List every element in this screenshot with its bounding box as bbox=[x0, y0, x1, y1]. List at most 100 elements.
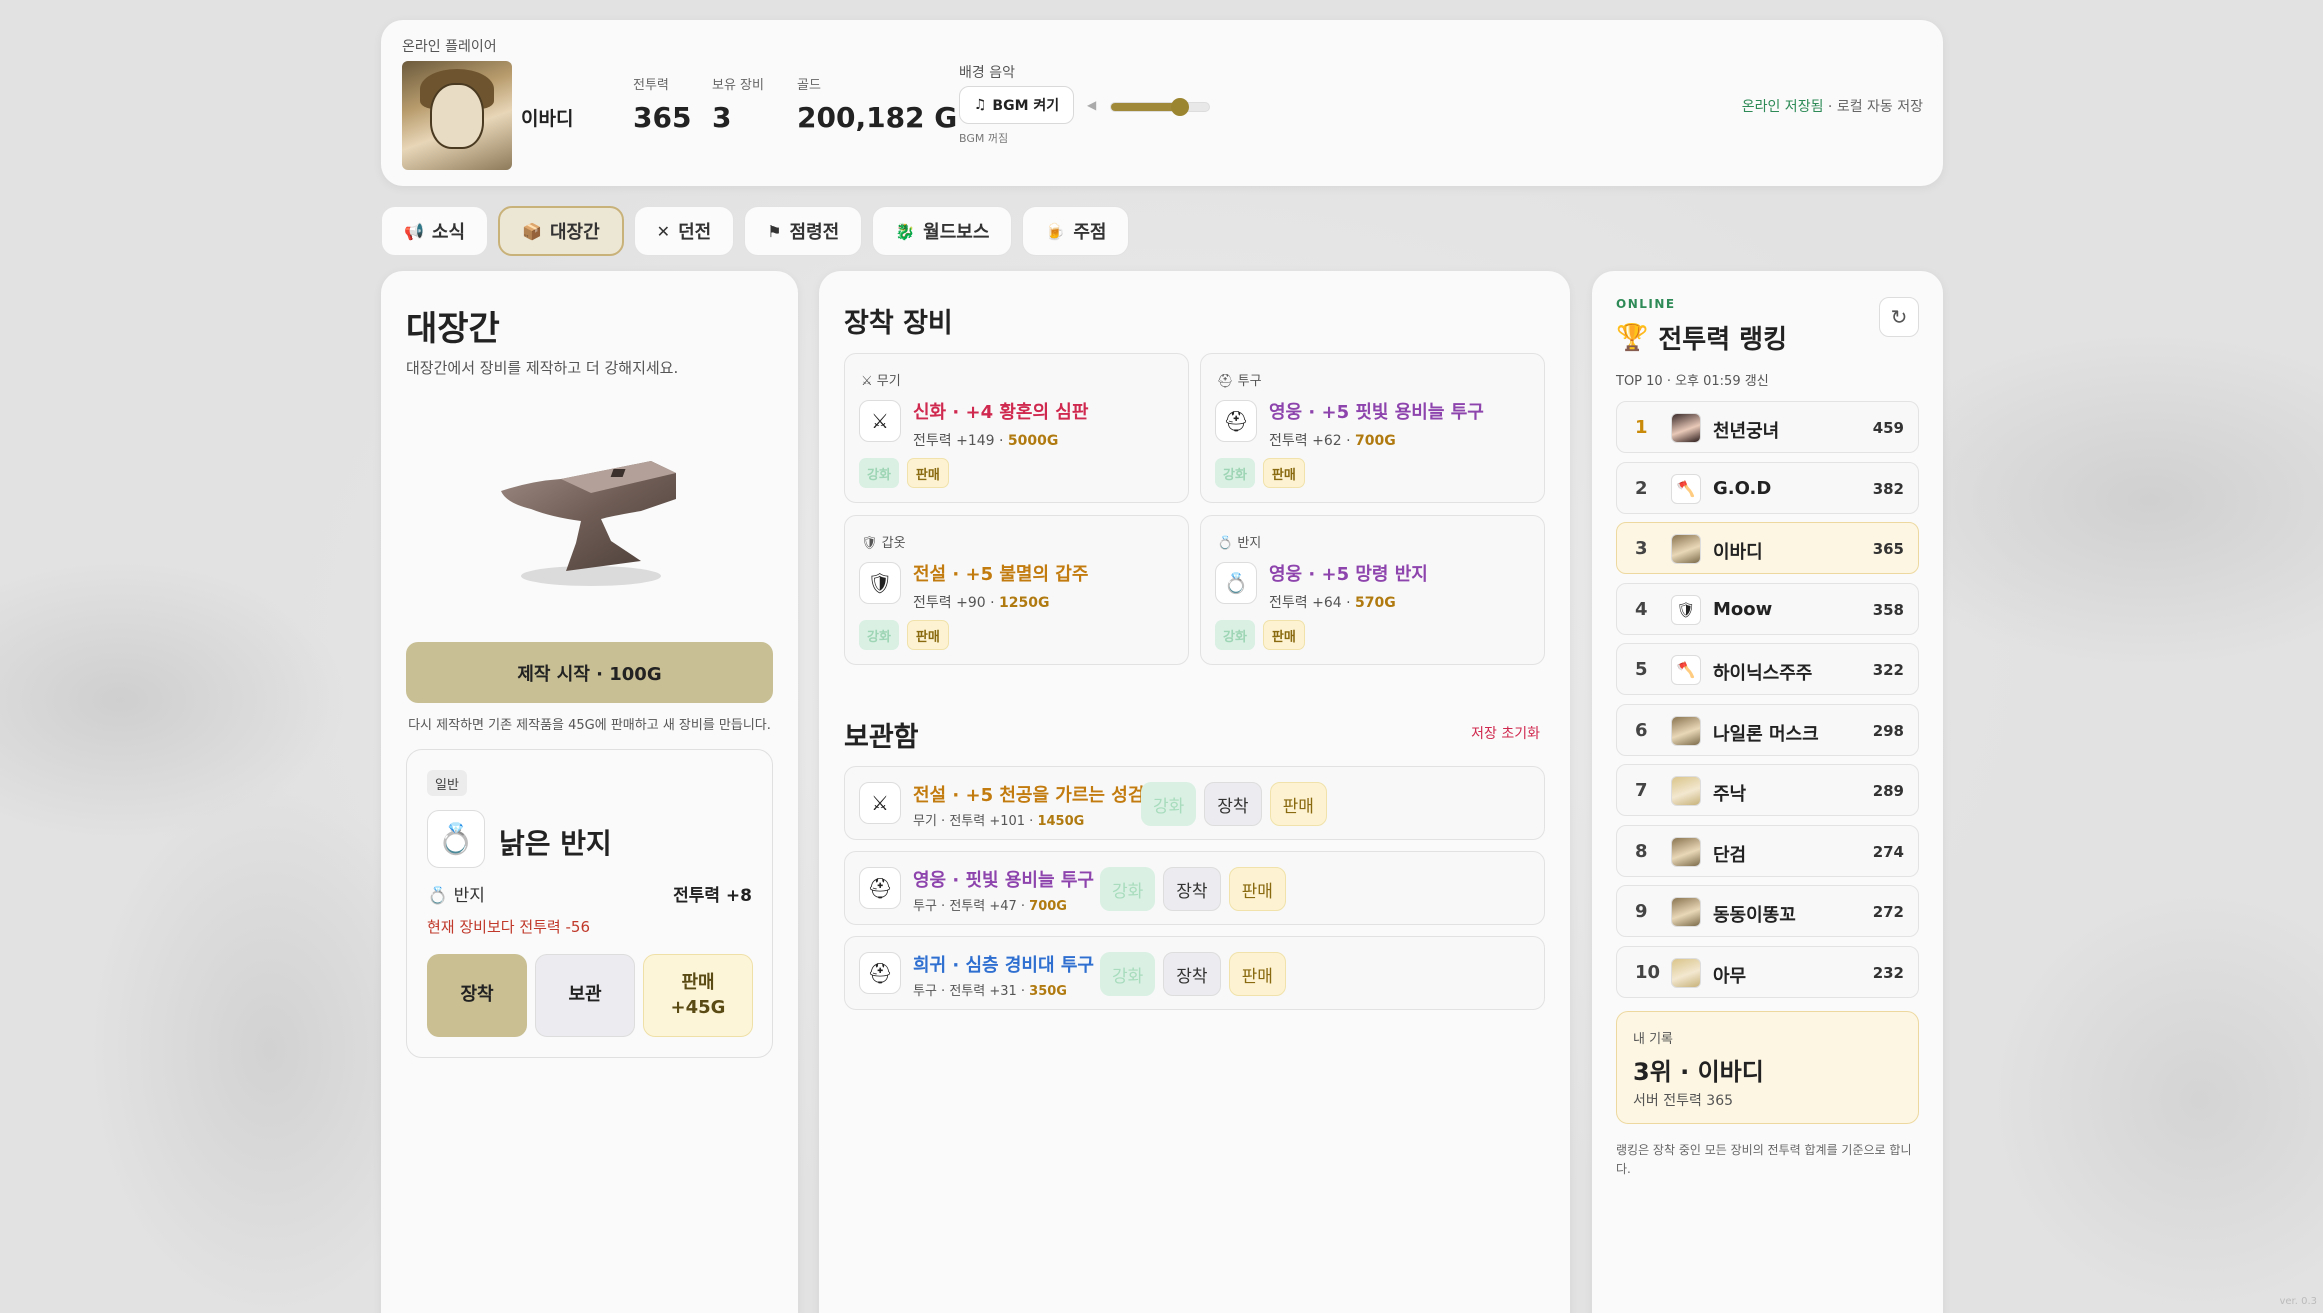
ranking-row[interactable]: 1 천년궁녀 459 bbox=[1616, 401, 1919, 453]
sell-button[interactable]: 판매 +45G bbox=[643, 954, 753, 1037]
armor-slot-label: 🛡 갑옷 bbox=[861, 532, 906, 551]
storage-enhance-button[interactable]: 강화 bbox=[1100, 867, 1156, 911]
ring-enhance-button[interactable]: 강화 bbox=[1215, 620, 1255, 650]
storage-sell-button[interactable]: 판매 bbox=[1228, 952, 1286, 996]
tab-world-boss[interactable]: 🐉 월드보스 bbox=[872, 206, 1013, 256]
my-record-card: 내 기록 3위 · 이바디 서버 전투력 365 bbox=[1616, 1011, 1919, 1124]
storage-equip-button[interactable]: 장착 bbox=[1163, 952, 1221, 996]
weapon-enhance-button[interactable]: 강화 bbox=[859, 458, 899, 488]
flag-icon: ⚑ bbox=[767, 221, 782, 241]
storage-sell-button[interactable]: 판매 bbox=[1269, 782, 1327, 826]
crafted-item-slot-label: 반지 bbox=[453, 886, 485, 906]
crafted-item-actions: 장착 보관 판매 +45G bbox=[427, 954, 753, 1037]
online-player-label: 온라인 플레이어 bbox=[402, 39, 497, 55]
tab-dungeon[interactable]: ✕ 던전 bbox=[633, 206, 735, 256]
storage-item-name: 전설 · +5 천공을 가르는 성검 bbox=[913, 785, 1145, 806]
armor-power: 전투력 +90 · bbox=[913, 595, 999, 611]
stat-power-value: 365 bbox=[633, 101, 692, 134]
ranking-row[interactable]: 10 아무 232 bbox=[1616, 945, 1919, 998]
ranking-player-name: 단검 bbox=[1713, 844, 1747, 866]
ranking-row[interactable]: 6 나일론 머스크 298 bbox=[1616, 703, 1919, 756]
storage-item-name: 희귀 · 심층 경비대 투구 bbox=[913, 955, 1094, 976]
bgm-button-label: BGM 켜기 bbox=[992, 98, 1060, 114]
ring-name: 영웅 · +5 망령 반지 bbox=[1269, 564, 1428, 585]
version-label: ver. 0.3 bbox=[2279, 1296, 2317, 1307]
ranking-player-name: 동동이똥꼬 bbox=[1713, 905, 1796, 926]
ranking-player-name: Moow bbox=[1713, 598, 1773, 620]
volume-slider-knob[interactable] bbox=[1170, 98, 1189, 116]
ranking-row[interactable]: 2 🪓 G.O.D 382 bbox=[1616, 461, 1919, 514]
ranking-player-name: 아무 bbox=[1713, 965, 1747, 987]
ranking-player-name: 주낙 bbox=[1713, 784, 1747, 805]
equip-button[interactable]: 장착 bbox=[427, 954, 527, 1037]
bgm-toggle-button[interactable]: ♫ BGM 켜기 bbox=[959, 86, 1074, 124]
class-icon: 🪓 bbox=[1671, 655, 1701, 685]
ranking-score: 232 bbox=[1872, 963, 1904, 982]
weapon-meta: 전투력 +149 · 5000G bbox=[913, 430, 1058, 450]
crafted-item-slot: 💍 반지 bbox=[427, 881, 485, 906]
bgm-label: 배경 음악 bbox=[959, 65, 1015, 81]
weapon-sell-button[interactable]: 판매 bbox=[906, 458, 949, 488]
ranking-position: 2 bbox=[1635, 477, 1648, 499]
ring-actions: 강화 판매 bbox=[1215, 620, 1305, 650]
helmet-sell-button[interactable]: 판매 bbox=[1262, 458, 1305, 488]
ring-icon: 💍 bbox=[427, 810, 485, 868]
ring-power: 전투력 +64 · bbox=[1269, 595, 1355, 611]
reset-save-link[interactable]: 저장 초기화 bbox=[1471, 723, 1540, 743]
ranking-position: 1 bbox=[1635, 417, 1648, 438]
armor-sell-button[interactable]: 판매 bbox=[906, 620, 949, 650]
my-record-label: 내 기록 bbox=[1633, 1032, 1674, 1047]
ranking-title: 🏆 전투력 랭킹 bbox=[1616, 319, 1787, 356]
stat-power-label: 전투력 bbox=[633, 78, 669, 93]
storage-equip-button[interactable]: 장착 bbox=[1204, 782, 1262, 826]
ranking-row[interactable]: 3 이바디 365 bbox=[1616, 522, 1919, 574]
music-note-icon: ♫ bbox=[973, 97, 987, 113]
shield-icon: 🛡 bbox=[861, 536, 878, 551]
craft-start-button[interactable]: 제작 시작 · 100G bbox=[406, 642, 773, 703]
tab-forge-label: 대장간 bbox=[549, 222, 600, 243]
volume-icon: ◀ bbox=[1087, 98, 1097, 112]
trophy-icon: 🏆 bbox=[1616, 322, 1649, 353]
tab-news[interactable]: 📢 소식 bbox=[381, 206, 489, 256]
save-separator: · bbox=[1827, 99, 1833, 115]
armor-meta: 전투력 +90 · 1250G bbox=[913, 592, 1049, 612]
volume-slider[interactable] bbox=[1110, 98, 1210, 116]
ranking-player-name: 천년궁녀 bbox=[1713, 421, 1780, 442]
store-button[interactable]: 보관 bbox=[535, 954, 635, 1037]
storage-equip-button[interactable]: 장착 bbox=[1163, 867, 1221, 911]
weapon-actions: 강화 판매 bbox=[859, 458, 949, 488]
storage-sell-button[interactable]: 판매 bbox=[1228, 867, 1286, 911]
storage-enhance-button[interactable]: 강화 bbox=[1141, 782, 1197, 826]
ranking-row[interactable]: 4 🛡 Moow 358 bbox=[1616, 582, 1919, 635]
ring-sell-button[interactable]: 판매 bbox=[1262, 620, 1305, 650]
ring-slot-icon: 💍 bbox=[427, 886, 449, 906]
helmet-enhance-button[interactable]: 강화 bbox=[1215, 458, 1255, 488]
ranking-score: 272 bbox=[1872, 903, 1904, 921]
helmet-slot-text: 투구 bbox=[1237, 374, 1262, 389]
ranking-row[interactable]: 7 주낙 289 bbox=[1616, 764, 1919, 816]
tab-occupation[interactable]: ⚑ 점령전 bbox=[744, 206, 863, 256]
ranking-row[interactable]: 9 동동이똥꼬 272 bbox=[1616, 885, 1919, 937]
stat-power: 전투력 365 bbox=[633, 74, 691, 134]
tab-world-boss-label: 월드보스 bbox=[923, 222, 990, 243]
tab-forge[interactable]: 📦 대장간 bbox=[498, 206, 624, 256]
ranking-row[interactable]: 5 🪓 하이닉스주주 322 bbox=[1616, 643, 1919, 695]
equipped-weapon-card: ⚔ 무기 ⚔ 신화 · +4 황혼의 심판 전투력 +149 · 5000G 강… bbox=[844, 353, 1189, 503]
storage-item-row: ⛑ 영웅 · 핏빛 용비늘 투구 투구 · 전투력 +47 · 700G 강화 … bbox=[844, 851, 1545, 925]
stat-equipment-label: 보유 장비 bbox=[712, 78, 764, 93]
ranking-row[interactable]: 8 단검 274 bbox=[1616, 824, 1919, 877]
stat-gold-label: 골드 bbox=[797, 78, 821, 93]
ranking-position: 9 bbox=[1635, 901, 1648, 922]
tab-tavern[interactable]: 🍺 주점 bbox=[1022, 206, 1130, 256]
class-icon: 🛡 bbox=[1671, 594, 1701, 625]
armor-actions: 강화 판매 bbox=[859, 620, 949, 650]
storage-item-meta: 무기 · 전투력 +101 · 1450G bbox=[913, 810, 1084, 829]
ranking-score: 322 bbox=[1872, 661, 1904, 679]
armor-name: 전설 · +5 불멸의 갑주 bbox=[913, 564, 1089, 585]
equipment-title: 장착 장비 bbox=[844, 308, 953, 339]
sword-icon: ⚔ bbox=[859, 782, 901, 824]
player-header: 온라인 플레이어 이바디 전투력 365 보유 장비 3 골드 200,182 … bbox=[381, 20, 1943, 186]
refresh-button[interactable]: ↻ bbox=[1879, 297, 1919, 337]
armor-enhance-button[interactable]: 강화 bbox=[859, 620, 899, 650]
storage-enhance-button[interactable]: 강화 bbox=[1100, 952, 1156, 996]
